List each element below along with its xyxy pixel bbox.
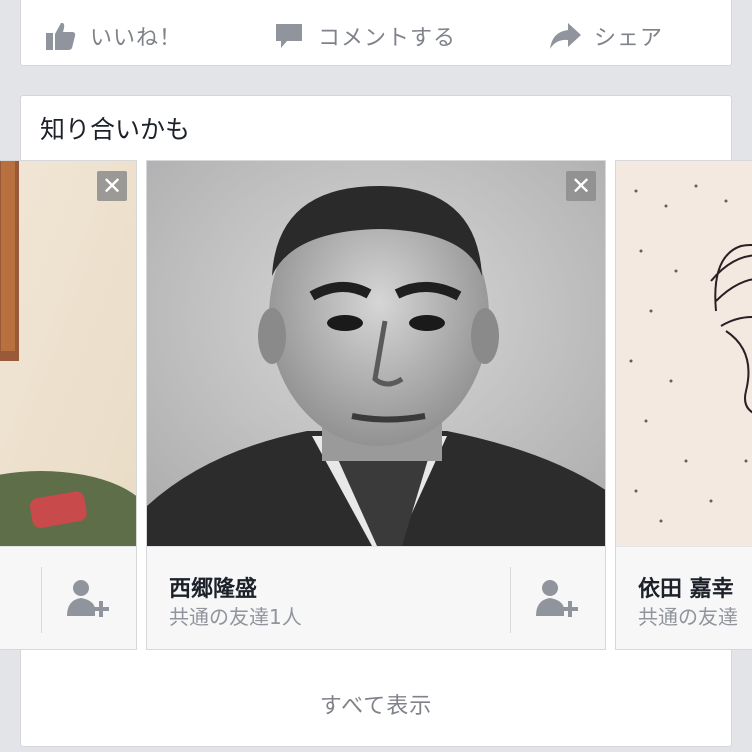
share-label: シェア [594, 26, 664, 51]
profile-photo[interactable] [616, 161, 752, 546]
see-all-link[interactable]: すべて表示 [20, 688, 732, 720]
person-card[interactable]: ✕ [0, 160, 137, 650]
person-name[interactable]: 西郷隆盛 [169, 571, 257, 603]
add-friend-icon [67, 580, 109, 617]
person-info [0, 546, 136, 649]
comment-label: コメントする [318, 26, 457, 51]
person-info: 依田 嘉幸 共通の友達 [616, 546, 752, 649]
add-friend-icon [536, 580, 578, 617]
dismiss-button[interactable]: ✕ [97, 171, 127, 201]
mutual-friends-count: 共通の友達1人 [169, 605, 302, 629]
like-label: いいね！ [90, 26, 183, 51]
section-title: 知り合いかも [40, 115, 191, 144]
mutual-friends-count: 共通の友達 [638, 605, 738, 629]
person-name[interactable]: 依田 嘉幸 [638, 571, 734, 603]
person-info: 西郷隆盛 共通の友達1人 [147, 546, 605, 649]
close-icon: ✕ [101, 172, 123, 200]
close-icon: ✕ [570, 172, 592, 200]
add-friend-button[interactable] [41, 567, 132, 633]
comment-button[interactable]: コメントする [272, 16, 456, 56]
person-card[interactable]: ✕ 西郷隆盛 共通の友達1人 [146, 160, 606, 650]
share-button[interactable]: シェア [548, 16, 663, 56]
profile-photo[interactable] [0, 161, 136, 546]
thumbs-up-icon [44, 19, 78, 53]
like-button[interactable]: いいね！ [44, 16, 182, 56]
add-friend-button[interactable] [510, 567, 601, 633]
comment-bubble-icon [272, 19, 306, 53]
dismiss-button[interactable]: ✕ [566, 171, 596, 201]
share-arrow-icon [548, 19, 582, 53]
person-card[interactable]: 依田 嘉幸 共通の友達 [615, 160, 752, 650]
profile-photo[interactable] [147, 161, 605, 546]
